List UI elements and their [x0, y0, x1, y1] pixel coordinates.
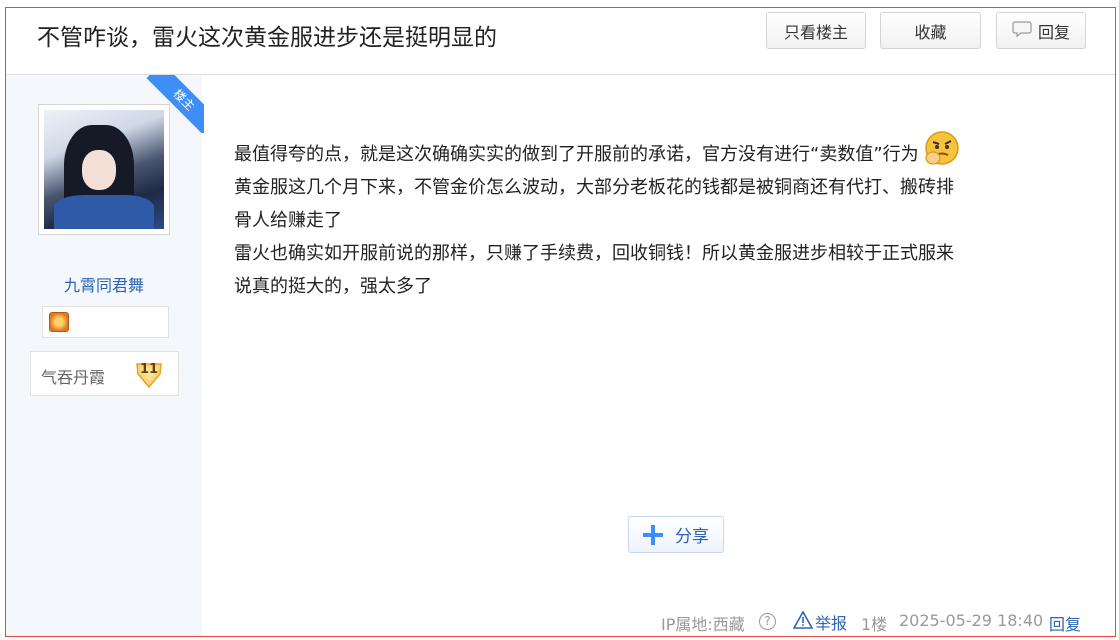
share-button[interactable]: 分享 — [628, 516, 724, 553]
floor-number: 1楼 — [861, 615, 888, 634]
badge-icon[interactable] — [49, 312, 69, 332]
plus-icon — [643, 524, 663, 545]
share-label: 分享 — [675, 527, 709, 547]
post-line: 雷火也确实如开服前说的那样，只赚了手续费，回收铜钱！所以黄金服进步相较于正式服来 — [234, 243, 954, 264]
level-row[interactable]: 气吞丹霞 11 — [30, 351, 179, 396]
post-header: 不管咋谈，雷火这次黄金服进步还是挺明显的 只看楼主 收藏 回复 — [6, 8, 1115, 75]
reply-link[interactable]: 回复 — [1049, 611, 1081, 635]
post-line: 骨人给赚走了 — [234, 210, 342, 231]
username-link[interactable]: 九霄同君舞 — [6, 272, 202, 296]
post-time: 2025-05-29 18:40 — [899, 611, 1044, 630]
reply-label: 回复 — [1037, 22, 1070, 42]
op-ribbon: 楼主 — [146, 75, 204, 133]
post-content: 最值得夸的点，就是这次确确实实的做到了开服前的承诺，官方没有进行“卖数值”行为 … — [234, 128, 1094, 303]
post-line: 说真的挺大的，强太多了 — [234, 276, 432, 297]
favorite-button[interactable]: 收藏 — [880, 12, 981, 49]
level-name: 气吞丹霞 — [41, 368, 106, 387]
only-op-button[interactable]: 只看楼主 — [766, 12, 866, 49]
level-badge-icon: 11 — [133, 358, 165, 390]
reply-button[interactable]: 回复 — [996, 12, 1086, 49]
post-title: 不管咋谈，雷火这次黄金服进步还是挺明显的 — [37, 25, 497, 51]
post-line: 黄金服这几个月下来，不管金价怎么波动，大部分老板花的钱都是被铜商还有代打、搬砖排 — [234, 177, 954, 198]
post-line: 最值得夸的点，就是这次确确实实的做到了开服前的承诺，官方没有进行“卖数值”行为 — [234, 128, 1094, 171]
report-button[interactable]: 举报 — [792, 610, 848, 634]
level-number: 11 — [139, 362, 159, 377]
warning-icon — [792, 610, 814, 633]
user-sidebar: 九霄同君舞 气吞丹霞 11 — [6, 75, 202, 636]
post-frame: 不管咋谈，雷火这次黄金服进步还是挺明显的 只看楼主 收藏 回复 九霄同君舞 气吞… — [5, 7, 1116, 637]
favorite-label: 收藏 — [914, 22, 947, 42]
ip-location: IP属地:西藏 — [661, 615, 745, 634]
op-ribbon-label: 楼主 — [146, 75, 204, 133]
badge-row — [42, 306, 169, 338]
report-label: 举报 — [815, 614, 848, 633]
comment-icon — [1012, 20, 1032, 42]
help-icon[interactable]: ? — [759, 613, 776, 630]
only-op-label: 只看楼主 — [783, 22, 848, 42]
thinking-emoji-icon — [921, 128, 963, 170]
